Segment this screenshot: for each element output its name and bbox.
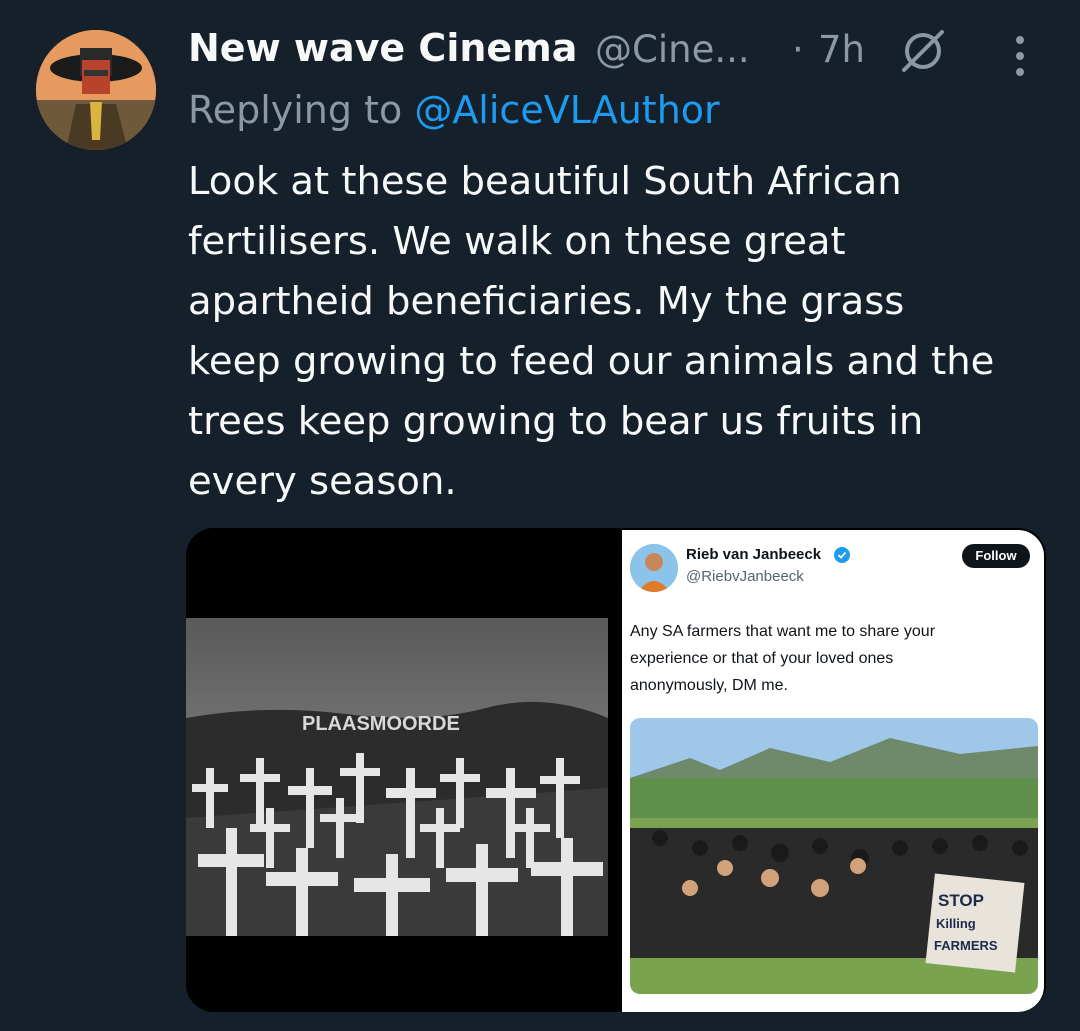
- tweet-body-line: every season.: [188, 459, 457, 504]
- avatar[interactable]: [36, 30, 156, 150]
- placard-line: Killing: [936, 916, 976, 931]
- media-image-crosses[interactable]: PLAASMOORDE: [186, 528, 608, 1012]
- media-grid: PLAASMOORDE Rieb van Janbeeck @RiebvJanb…: [186, 528, 1046, 1012]
- media-image-screenshot[interactable]: Rieb van Janbeeck @RiebvJanbeeck Follow …: [622, 530, 1044, 1012]
- timestamp[interactable]: 7h: [818, 28, 865, 71]
- tweet-body: Look at these beautiful South African fe…: [188, 152, 1058, 512]
- verified-badge-icon: [834, 547, 850, 563]
- embedded-author-name: Rieb van Janbeeck: [686, 546, 822, 563]
- sign-text: PLAASMOORDE: [302, 713, 460, 735]
- tweet-body-line: fertilisers. We walk on these great: [188, 219, 846, 264]
- embedded-text-line: experience or that of your loved ones: [630, 650, 894, 667]
- embedded-follow-button: Follow: [962, 544, 1030, 568]
- crosses-photo: PLAASMOORDE: [186, 618, 608, 936]
- replying-to: Replying to @AliceVLAuthor: [188, 88, 720, 132]
- separator-dot: ·: [792, 28, 804, 71]
- embedded-avatar: [630, 544, 678, 592]
- replying-handle-link[interactable]: @AliceVLAuthor: [414, 88, 719, 132]
- placard-line: FARMERS: [934, 938, 998, 953]
- tweet-body-line: trees keep growing to bear us fruits in: [188, 399, 924, 444]
- null-circle-icon: [902, 30, 944, 72]
- embedded-author-handle: @RiebvJanbeeck: [686, 568, 804, 585]
- replying-prefix: Replying to: [188, 88, 415, 132]
- embedded-protest-photo: STOP Killing FARMERS: [630, 718, 1038, 994]
- author-handle[interactable]: @Cine...: [595, 28, 750, 71]
- embedded-text-line: anonymously, DM me.: [630, 677, 788, 694]
- tweet-body-line: keep growing to feed our animals and the: [188, 339, 995, 384]
- embedded-tweet-text: Any SA farmers that want me to share you…: [630, 618, 1030, 699]
- tweet-body-line: Look at these beautiful South African: [188, 159, 902, 204]
- author-name[interactable]: New wave Cinema: [188, 26, 577, 70]
- more-vertical-icon[interactable]: [1008, 32, 1032, 80]
- tweet-body-line: apartheid beneficiaries. My the grass: [188, 279, 905, 324]
- embedded-text-line: Any SA farmers that want me to share you…: [630, 623, 936, 640]
- avatar-image: [36, 30, 156, 150]
- tweet-header: New wave Cinema @Cine... · 7h: [188, 22, 1060, 78]
- placard-line: STOP: [938, 891, 984, 910]
